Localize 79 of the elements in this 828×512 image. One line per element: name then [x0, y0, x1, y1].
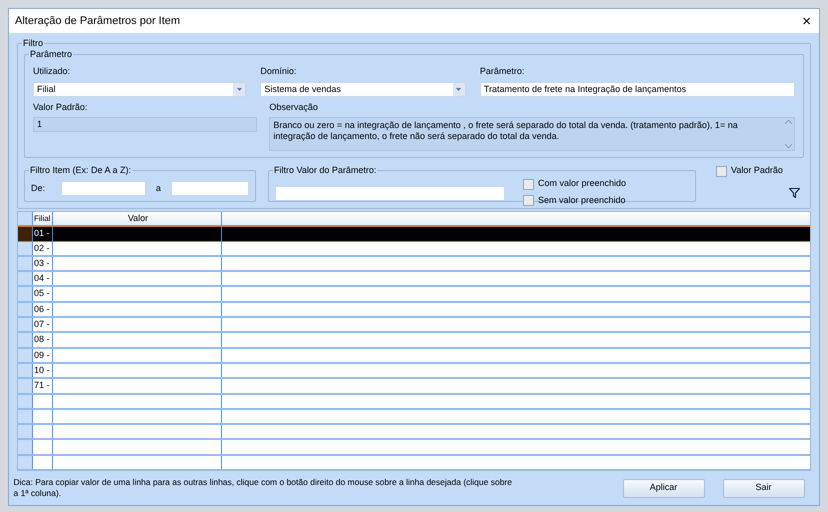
field-label: Valor Padrão: — [33, 100, 88, 114]
checkbox-option[interactable]: Com valor preenchido — [523, 177, 626, 191]
row-header[interactable] — [18, 318, 33, 332]
scroll-up-icon[interactable] — [784, 120, 792, 124]
filter-icon[interactable] — [789, 188, 800, 198]
table-row[interactable]: 03 - — [18, 256, 810, 272]
table-cell: 09 - — [33, 348, 53, 362]
table-row[interactable]: 09 - — [18, 348, 810, 364]
table-row[interactable] — [18, 394, 810, 410]
table-row[interactable] — [18, 456, 810, 470]
table-cell: 07 - — [33, 318, 53, 332]
readonly-field: 1 — [33, 117, 258, 132]
text-field[interactable] — [170, 181, 249, 196]
scroll-down-icon[interactable] — [784, 144, 792, 148]
caret-icon — [452, 82, 465, 96]
table-row[interactable] — [18, 425, 810, 440]
table-cell: 03 - — [33, 256, 53, 270]
row-header[interactable] — [18, 256, 33, 270]
row-header — [18, 212, 33, 226]
row-header[interactable] — [18, 227, 33, 241]
text-field[interactable] — [61, 181, 146, 196]
table-row[interactable]: 08 - — [18, 333, 810, 349]
scrollbar[interactable] — [782, 118, 794, 150]
table-row[interactable] — [18, 410, 810, 426]
group-title: Filtro Valor do Parâmetro: — [273, 165, 378, 176]
table-row[interactable] — [18, 440, 810, 456]
column-header: Valor — [53, 212, 222, 226]
row-header[interactable] — [18, 242, 33, 255]
field-label: Observação — [269, 100, 319, 114]
table-row[interactable]: 04 - — [18, 272, 810, 288]
dialog-button[interactable]: Sair — [722, 478, 804, 498]
row-header[interactable] — [18, 333, 33, 347]
table-row[interactable]: 01 - — [18, 226, 810, 242]
text-area[interactable]: Branco ou zero = na integração de lançamento , o frete será separado do total da venda. (tratamento padrão), 1= na integração de lançamento, o frete não será separado do total da venda. — [269, 117, 795, 152]
row-header[interactable] — [18, 425, 33, 438]
group-title: Parâmetro — [29, 49, 74, 60]
field-label: Domínio: — [260, 65, 298, 78]
dialog-button[interactable]: Aplicar — [622, 478, 704, 498]
field-label: Utilizado: — [33, 65, 72, 78]
row-header[interactable] — [18, 287, 33, 301]
text-field[interactable] — [275, 186, 505, 202]
close-button[interactable]: × — [800, 14, 813, 28]
row-header[interactable] — [18, 302, 33, 316]
text-field[interactable]: Tratamento de frete na Integração de lançamentos — [480, 82, 795, 96]
row-header[interactable] — [18, 394, 33, 408]
table-cell: 05 - — [33, 287, 53, 301]
table-row[interactable]: 05 - — [18, 287, 810, 303]
field-label: Parâmetro: — [480, 65, 526, 78]
hint-text: Dica: Para copiar valor de uma linha para as outras linhas, clique com o botão direito do mouse sobre a linha desejada (clique sobre a 1ª coluna). — [14, 477, 513, 499]
row-header[interactable] — [18, 379, 33, 393]
row-header[interactable] — [18, 410, 33, 424]
row-header[interactable] — [18, 364, 33, 378]
group-title: Filtro Item (Ex: De A a Z): — [29, 165, 132, 176]
window-title: Alteração de Parâmetros por Item — [15, 14, 180, 29]
table-cell: 06 - — [33, 302, 53, 316]
table-cell: 08 - — [33, 333, 53, 347]
table-cell: 01 - — [33, 227, 53, 241]
dropdown-field[interactable]: Filial — [33, 82, 246, 96]
table-cell: 02 - — [33, 242, 53, 255]
field-label: De: — [31, 182, 46, 195]
checkbox-option[interactable]: Valor Padrão — [716, 164, 783, 178]
table-row[interactable]: 71 - — [18, 379, 810, 395]
group-title: Filtro — [22, 38, 44, 49]
table-cell: 71 - — [33, 379, 53, 393]
table-row[interactable]: 06 - — [18, 302, 810, 318]
checkbox-option[interactable]: Sem valor preenchido — [523, 194, 626, 208]
table-row[interactable]: 02 - — [18, 242, 810, 257]
column-header: Filial — [33, 212, 53, 226]
table-row[interactable]: 10 - — [18, 364, 810, 380]
row-header[interactable] — [18, 348, 33, 362]
dropdown-field[interactable]: Sistema de vendas — [260, 82, 466, 96]
row-header[interactable] — [18, 272, 33, 286]
row-header[interactable] — [18, 456, 33, 469]
row-header[interactable] — [18, 440, 33, 454]
table-cell: 10 - — [33, 364, 53, 378]
caret-icon — [233, 82, 246, 96]
table-row[interactable]: 07 - — [18, 318, 810, 334]
field-label: a — [156, 182, 161, 195]
table-cell: 04 - — [33, 272, 53, 286]
